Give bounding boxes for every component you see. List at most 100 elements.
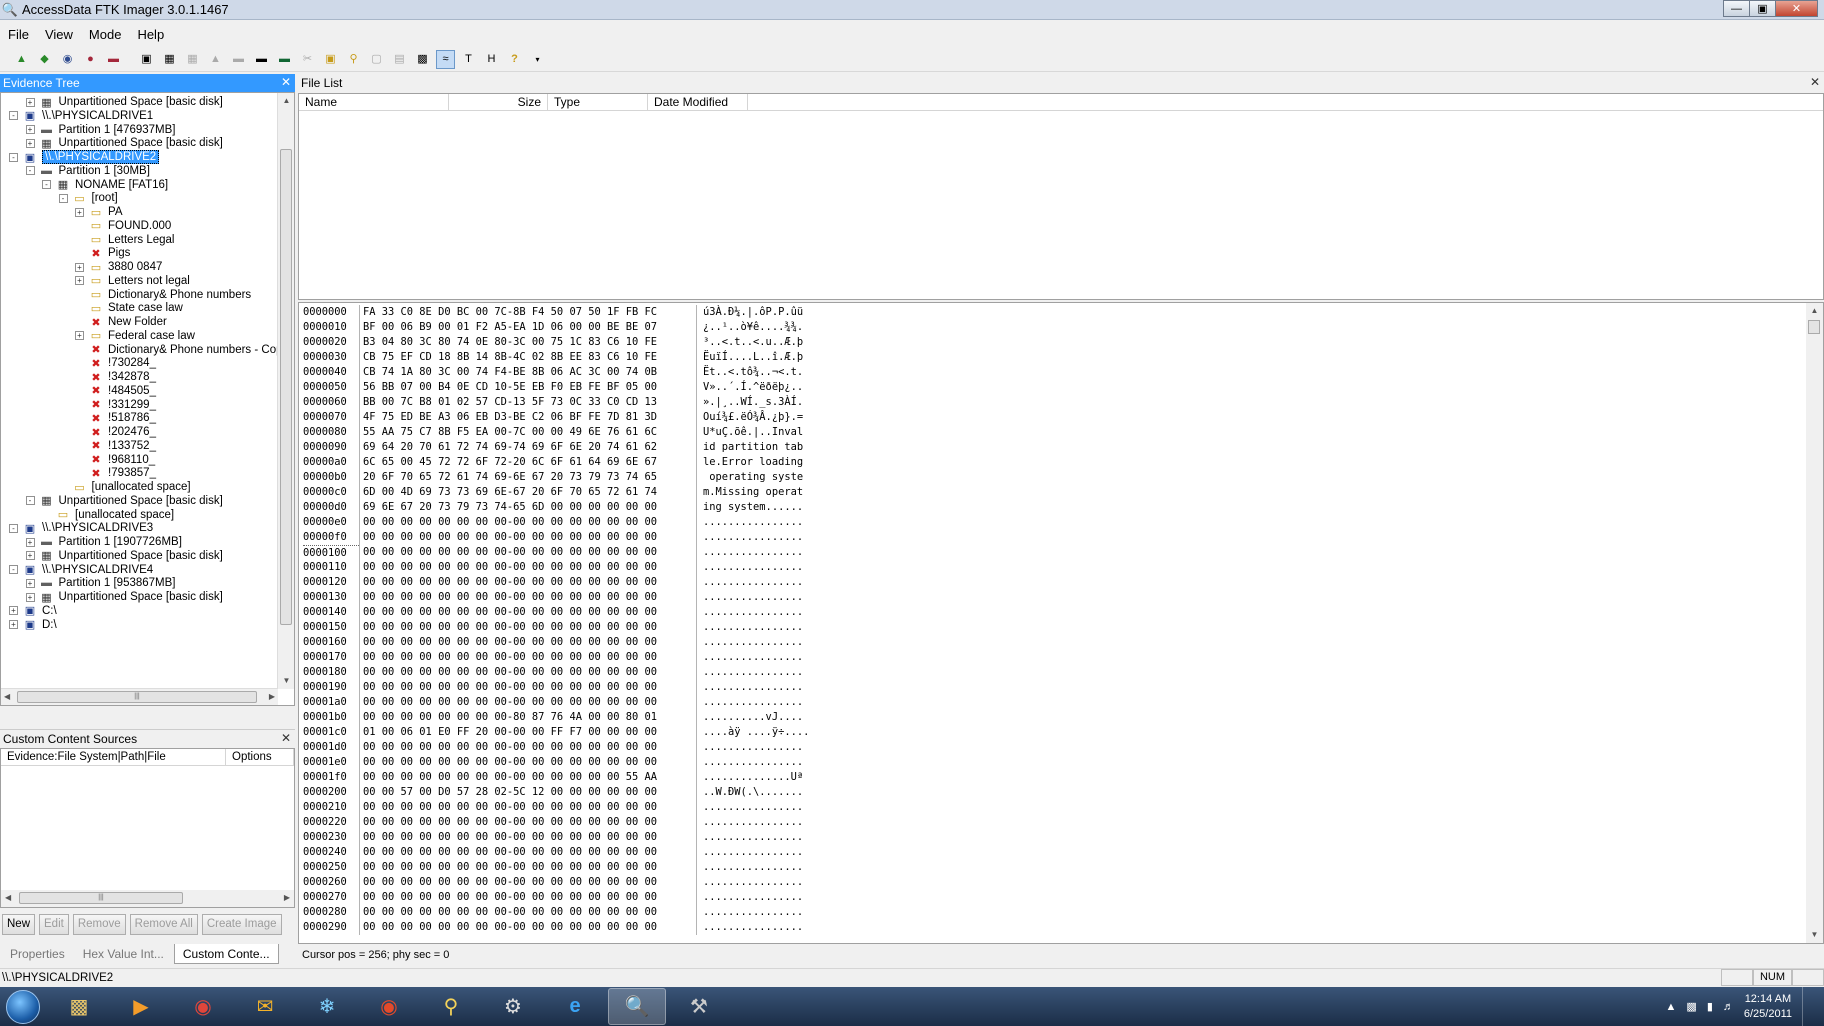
tree-item[interactable]: + ▣ D:\ <box>9 617 57 633</box>
hex-row[interactable]: 0000250 00 00 00 00 00 00 00 00-00 00 00 … <box>303 860 809 875</box>
expand-icon[interactable]: + <box>75 262 84 272</box>
close-custom-content-icon[interactable]: ✕ <box>281 731 291 745</box>
expand-icon[interactable]: + <box>75 331 84 341</box>
collapse-icon[interactable]: - <box>25 496 35 506</box>
taskbar-app-red-icon[interactable]: ◉ <box>360 988 418 1025</box>
hex-viewer[interactable]: 0000000 FA 33 C0 8E D0 BC 00 7C-8B F4 50 … <box>298 302 1824 944</box>
text-view-icon[interactable]: T <box>459 50 478 69</box>
capture-memory-icon[interactable]: ▣ <box>137 50 156 69</box>
scroll-down-icon[interactable]: ▼ <box>1806 927 1823 943</box>
hex-row[interactable]: 0000080 55 AA 75 C7 8B F5 EA 00-7C 00 00 … <box>303 425 809 440</box>
hex-row[interactable]: 0000260 00 00 00 00 00 00 00 00-00 00 00 … <box>303 875 809 890</box>
taskbar-app-snowflake-icon[interactable]: ❄ <box>298 988 356 1025</box>
close-file-list-icon[interactable]: ✕ <box>1810 75 1820 89</box>
close-evidence-tree-icon[interactable]: ✕ <box>281 75 291 89</box>
volume-icon[interactable]: ♬ <box>1723 1001 1734 1013</box>
hex-row[interactable]: 0000030 CB 75 EF CD 18 8B 14 8B-4C 02 8B … <box>303 350 809 365</box>
hex-row[interactable]: 00000c0 6D 00 4D 69 73 73 69 6E-67 20 6F … <box>303 485 809 500</box>
hex-row[interactable]: 0000090 69 64 20 70 61 72 74 69-74 69 6F … <box>303 440 809 455</box>
hex-row[interactable]: 0000220 00 00 00 00 00 00 00 00-00 00 00 … <box>303 815 809 830</box>
obtain-protected-files-icon[interactable]: ▬ <box>229 50 248 69</box>
collapse-icon[interactable]: - <box>25 166 35 176</box>
expand-icon[interactable]: + <box>9 606 18 616</box>
maximize-button[interactable]: ▣ <box>1749 0 1775 17</box>
hex-row[interactable]: 0000240 00 00 00 00 00 00 00 00-00 00 00 … <box>303 845 809 860</box>
scroll-up-icon[interactable]: ▲ <box>1806 303 1823 319</box>
add-all-devices-icon[interactable]: ◆ <box>35 50 54 69</box>
custom-content-horizontal-scrollbar[interactable]: ◀ ||| ▶ <box>1 890 294 907</box>
hex-row[interactable]: 00000f0 00 00 00 00 00 00 00 00-00 00 00 … <box>303 530 809 545</box>
hex-row[interactable]: 00000e0 00 00 00 00 00 00 00 00-00 00 00 … <box>303 515 809 530</box>
collapse-icon[interactable]: - <box>9 523 18 533</box>
hex-row[interactable]: 0000070 4F 75 ED BE A3 06 EB D3-BE C2 06 … <box>303 410 809 425</box>
create-image-button[interactable]: Create Image <box>201 914 282 935</box>
create-image-icon[interactable]: ◉ <box>58 50 77 69</box>
scroll-thumb[interactable] <box>280 149 292 625</box>
show-desktop-button[interactable] <box>1802 987 1816 1026</box>
toolbar-overflow-icon[interactable]: ▾ <box>528 50 547 69</box>
expand-icon[interactable]: + <box>25 551 35 561</box>
save-icon[interactable]: ▦ <box>160 50 179 69</box>
hex-row[interactable]: 0000140 00 00 00 00 00 00 00 00-00 00 00 … <box>303 605 809 620</box>
taskbar-media-player-icon[interactable]: ▶ <box>112 988 170 1025</box>
hex-viewer-vertical-scrollbar[interactable]: ▲ ▼ <box>1806 303 1823 943</box>
expand-icon[interactable]: + <box>25 97 35 107</box>
hex-row[interactable]: 0000010 BF 00 06 B9 00 01 F2 A5-EA 1D 06 … <box>303 320 809 335</box>
hex-row[interactable]: 0000020 B3 04 80 3C 80 74 0E 80-3C 00 75 … <box>303 335 809 350</box>
scroll-left-icon[interactable]: ◀ <box>4 689 10 705</box>
taskbar-app-gear-icon[interactable]: ⚙ <box>484 988 542 1025</box>
scroll-down-icon[interactable]: ▼ <box>278 673 294 689</box>
hex-row[interactable]: 0000170 00 00 00 00 00 00 00 00-00 00 00 … <box>303 650 809 665</box>
collapse-icon[interactable]: - <box>9 111 18 121</box>
hex-row[interactable]: 0000160 00 00 00 00 00 00 00 00-00 00 00 … <box>303 635 809 650</box>
hex-row[interactable]: 0000130 00 00 00 00 00 00 00 00-00 00 00 … <box>303 590 809 605</box>
taskbar-explorer-icon[interactable]: ▩ <box>50 988 108 1025</box>
hex-row[interactable]: 0000050 56 BB 07 00 B4 0E CD 10-5E EB F0 … <box>303 380 809 395</box>
collapse-icon[interactable]: - <box>9 152 18 162</box>
expand-icon[interactable]: + <box>75 207 84 217</box>
hex-row[interactable]: 00001c0 01 00 06 01 E0 FF 20 00-00 00 FF … <box>303 725 809 740</box>
menu-mode[interactable]: Mode <box>81 27 130 42</box>
hex-view-icon[interactable]: H <box>482 50 501 69</box>
expand-icon[interactable]: + <box>25 592 35 602</box>
scroll-left-icon[interactable]: ◀ <box>5 890 11 906</box>
hex-row[interactable]: 00001f0 00 00 00 00 00 00 00 00-00 00 00 … <box>303 770 809 785</box>
help-icon[interactable]: ? <box>505 50 524 69</box>
scroll-right-icon[interactable]: ▶ <box>284 890 290 906</box>
file-list[interactable]: Name Size Type Date Modified <box>298 93 1824 300</box>
remove-all-button[interactable]: Remove All <box>129 914 198 935</box>
hex-row[interactable]: 0000190 00 00 00 00 00 00 00 00-00 00 00 … <box>303 680 809 695</box>
hex-row[interactable]: 0000040 CB 74 1A 80 3C 00 74 F4-BE 8B 06 … <box>303 365 809 380</box>
hex-row[interactable]: 0000150 00 00 00 00 00 00 00 00-00 00 00 … <box>303 620 809 635</box>
new-button[interactable]: New <box>2 914 36 935</box>
hex-row[interactable]: 0000210 00 00 00 00 00 00 00 00-00 00 00 … <box>303 800 809 815</box>
column-header-evidence[interactable]: Evidence:File System|Path|File <box>1 749 226 765</box>
expand-icon[interactable]: + <box>75 276 84 286</box>
custom-content-sources-list[interactable]: Evidence:File System|Path|File Options ◀… <box>0 748 295 908</box>
hex-row[interactable]: 00000a0 6C 65 00 45 72 72 6F 72-20 6C 6F … <box>303 455 809 470</box>
expand-icon[interactable]: + <box>25 578 35 588</box>
taskbar-ftk-imager-icon[interactable]: 🔍 <box>608 988 666 1025</box>
taskbar-outlook-icon[interactable]: ✉ <box>236 988 294 1025</box>
hex-row[interactable]: 0000270 00 00 00 00 00 00 00 00-00 00 00 … <box>303 890 809 905</box>
document-lines-icon[interactable]: ▤ <box>390 50 409 69</box>
column-header-type[interactable]: Type <box>548 94 648 110</box>
hex-row[interactable]: 00001b0 00 00 00 00 00 00 00 00-80 87 76 … <box>303 710 809 725</box>
menu-help[interactable]: Help <box>129 27 172 42</box>
hex-row[interactable]: 0000280 00 00 00 00 00 00 00 00-00 00 00 … <box>303 905 809 920</box>
evidence-tree-horizontal-scrollbar[interactable]: ◀ ||| ▶ <box>1 688 278 705</box>
collapse-icon[interactable]: - <box>42 180 51 189</box>
tab-properties[interactable]: Properties <box>2 944 73 964</box>
hex-row[interactable]: 00001e0 00 00 00 00 00 00 00 00-00 00 00 … <box>303 755 809 770</box>
expand-icon[interactable]: + <box>25 537 35 547</box>
network-signal-icon[interactable]: ▮ <box>1707 1000 1713 1013</box>
remove-evidence-icon[interactable]: ▬ <box>104 50 123 69</box>
column-header-options[interactable]: Options <box>226 749 294 765</box>
clock[interactable]: 12:14 AM 6/25/2011 <box>1744 992 1792 1022</box>
image-mount-icon[interactable]: ▣ <box>321 50 340 69</box>
hex-row[interactable]: 0000110 00 00 00 00 00 00 00 00-00 00 00 … <box>303 560 809 575</box>
hex-row[interactable]: 00000b0 20 6F 70 65 72 61 74 69-6E 67 20 … <box>303 470 809 485</box>
collapse-icon[interactable]: - <box>9 565 18 574</box>
evidence-tree-vertical-scrollbar[interactable]: ▲ ▼ <box>277 93 294 689</box>
menu-view[interactable]: View <box>37 27 81 42</box>
